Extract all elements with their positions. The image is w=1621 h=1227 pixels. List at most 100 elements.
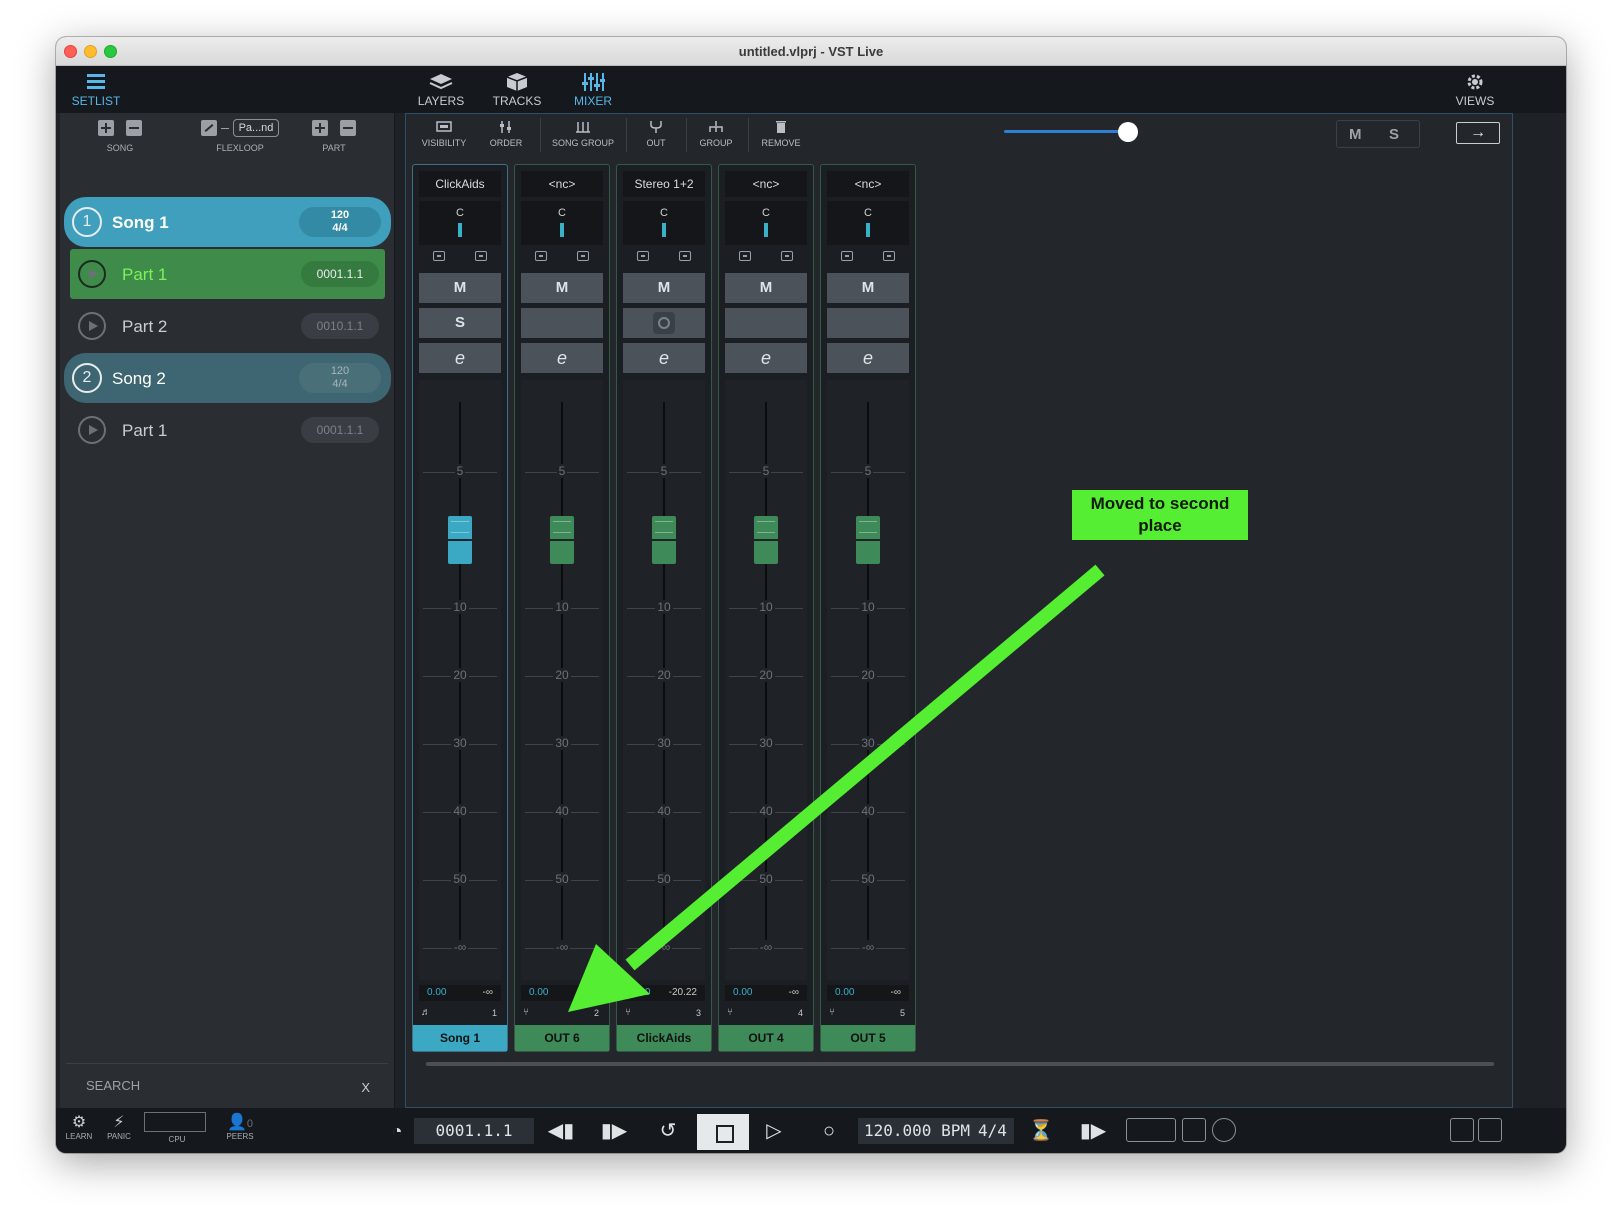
solo-button[interactable] [725,308,807,338]
insert-icon[interactable] [637,251,649,261]
part-play-icon[interactable] [78,312,106,340]
pan-control[interactable]: C [419,201,501,245]
channel-name[interactable]: OUT 5 [821,1025,915,1051]
play-icon[interactable]: ▷ [759,1117,789,1145]
insert-icon[interactable] [433,251,445,261]
layout-left-icon[interactable] [1450,1118,1474,1142]
solo-button[interactable] [623,308,705,338]
pan-control[interactable]: C [623,201,705,245]
visibility-button[interactable]: VISIBILITY [416,120,472,148]
mute-button[interactable]: M [419,273,501,303]
order-button[interactable]: ORDER [484,120,528,148]
channel-name[interactable]: OUT 6 [515,1025,609,1051]
metronome-icon[interactable]: ⏳ [1026,1117,1056,1145]
solo-button[interactable]: S [419,308,501,338]
expand-arrow-button[interactable]: → [1456,122,1500,144]
remove-part-button[interactable] [340,120,356,136]
part-row[interactable]: Part 2 0010.1.1 [70,301,385,351]
insert-icon[interactable] [841,251,853,261]
send-icon[interactable] [679,251,691,261]
loop-icon[interactable]: ↺ [653,1117,683,1145]
pan-control[interactable]: C [827,201,909,245]
send-icon[interactable] [781,251,793,261]
position-display[interactable]: 0001.1.1 [414,1118,534,1144]
next-part-icon[interactable]: ▮▶ [599,1117,629,1145]
mute-button[interactable]: M [623,273,705,303]
views-button[interactable]: VIEWS [1440,70,1510,108]
volume-fader[interactable]: 5 10 20 30 40 50 -∞ [725,380,807,980]
mute-button[interactable]: M [725,273,807,303]
channel-name[interactable]: ClickAids [617,1025,711,1051]
volume-fader[interactable]: 5 10 20 30 40 50 -∞ [623,380,705,980]
square-toggle[interactable] [1182,1118,1206,1142]
input-routing[interactable]: Stereo 1+2 [623,171,705,197]
input-routing[interactable]: <nc> [827,171,909,197]
flexloop-icon[interactable] [200,120,217,136]
record-mode-icon[interactable] [1212,1118,1236,1142]
send-icon[interactable] [883,251,895,261]
edit-button[interactable]: e [725,343,807,373]
setlist-tab[interactable]: SETLIST [61,70,131,108]
remove-song-button[interactable] [126,120,142,136]
panic-button[interactable]: ⚡ PANIC [104,1112,134,1141]
fader-cap[interactable] [652,516,676,564]
view-toggle-box[interactable] [1126,1118,1176,1142]
add-song-button[interactable] [98,120,114,136]
channel-name[interactable]: Song 1 [413,1025,507,1051]
clear-search-button[interactable]: X [361,1080,370,1095]
edit-button[interactable]: e [521,343,603,373]
fader-cap[interactable] [550,516,574,564]
insert-icon[interactable] [739,251,751,261]
search-field[interactable]: SEARCH X [66,1063,388,1099]
volume-fader[interactable]: 5 10 20 30 40 50 -∞ [419,380,501,980]
song-row[interactable]: 1 Song 1 120 4/4 [64,197,391,247]
part-row[interactable]: Part 1 0001.1.1 [70,249,385,299]
layers-tab[interactable]: LAYERS [406,70,476,108]
mute-button[interactable]: M [827,273,909,303]
song-row[interactable]: 2 Song 2 120 4/4 [64,353,391,403]
edit-button[interactable]: e [827,343,909,373]
mixer-tab[interactable]: MIXER [558,70,628,108]
fader-cap[interactable] [448,516,472,564]
group-button[interactable]: GROUP [694,120,738,148]
count-in-icon[interactable]: ▮▶ [1078,1117,1108,1145]
horizontal-scrollbar[interactable] [414,1060,1506,1068]
mute-button[interactable]: M [521,273,603,303]
solo-button[interactable] [827,308,909,338]
add-part-button[interactable] [312,120,328,136]
volume-value[interactable]: 0.00 [835,985,854,1001]
global-solo-button[interactable]: S [1389,126,1399,143]
tracks-tab[interactable]: TRACKS [482,70,552,108]
part-row[interactable]: Part 1 0001.1.1 [70,405,385,455]
pan-control[interactable]: C [725,201,807,245]
pan-control[interactable]: C [521,201,603,245]
fader-cap[interactable] [754,516,778,564]
input-routing[interactable]: <nc> [725,171,807,197]
volume-fader[interactable]: 5 10 20 30 40 50 -∞ [827,380,909,980]
volume-value[interactable]: 0.00 [631,985,650,1001]
strip-width-slider[interactable] [1004,130,1124,133]
remove-button[interactable]: REMOVE [756,120,806,148]
learn-button[interactable]: ⚙ LEARN [64,1112,94,1141]
stop-button[interactable] [697,1114,749,1150]
input-routing[interactable]: <nc> [521,171,603,197]
edit-button[interactable]: e [419,343,501,373]
solo-button[interactable] [521,308,603,338]
clock-icon[interactable]: ◔ [382,1117,412,1145]
global-mute-button[interactable]: M [1349,126,1362,143]
edit-button[interactable]: e [623,343,705,373]
volume-value[interactable]: 0.00 [529,985,548,1001]
strip-width-slider-thumb[interactable] [1118,122,1138,142]
volume-value[interactable]: 0.00 [733,985,752,1001]
insert-icon[interactable] [535,251,547,261]
layout-right-icon[interactable] [1478,1118,1502,1142]
send-icon[interactable] [577,251,589,261]
search-input[interactable]: SEARCH [86,1078,140,1093]
previous-part-icon[interactable]: ◀▮ [546,1117,576,1145]
song-group-button[interactable]: SONG GROUP [548,120,618,148]
out-button[interactable]: OUT [636,120,676,148]
fader-cap[interactable] [856,516,880,564]
volume-fader[interactable]: 5 10 20 30 40 50 -∞ [521,380,603,980]
input-routing[interactable]: ClickAids [419,171,501,197]
part-play-icon[interactable] [78,260,106,288]
